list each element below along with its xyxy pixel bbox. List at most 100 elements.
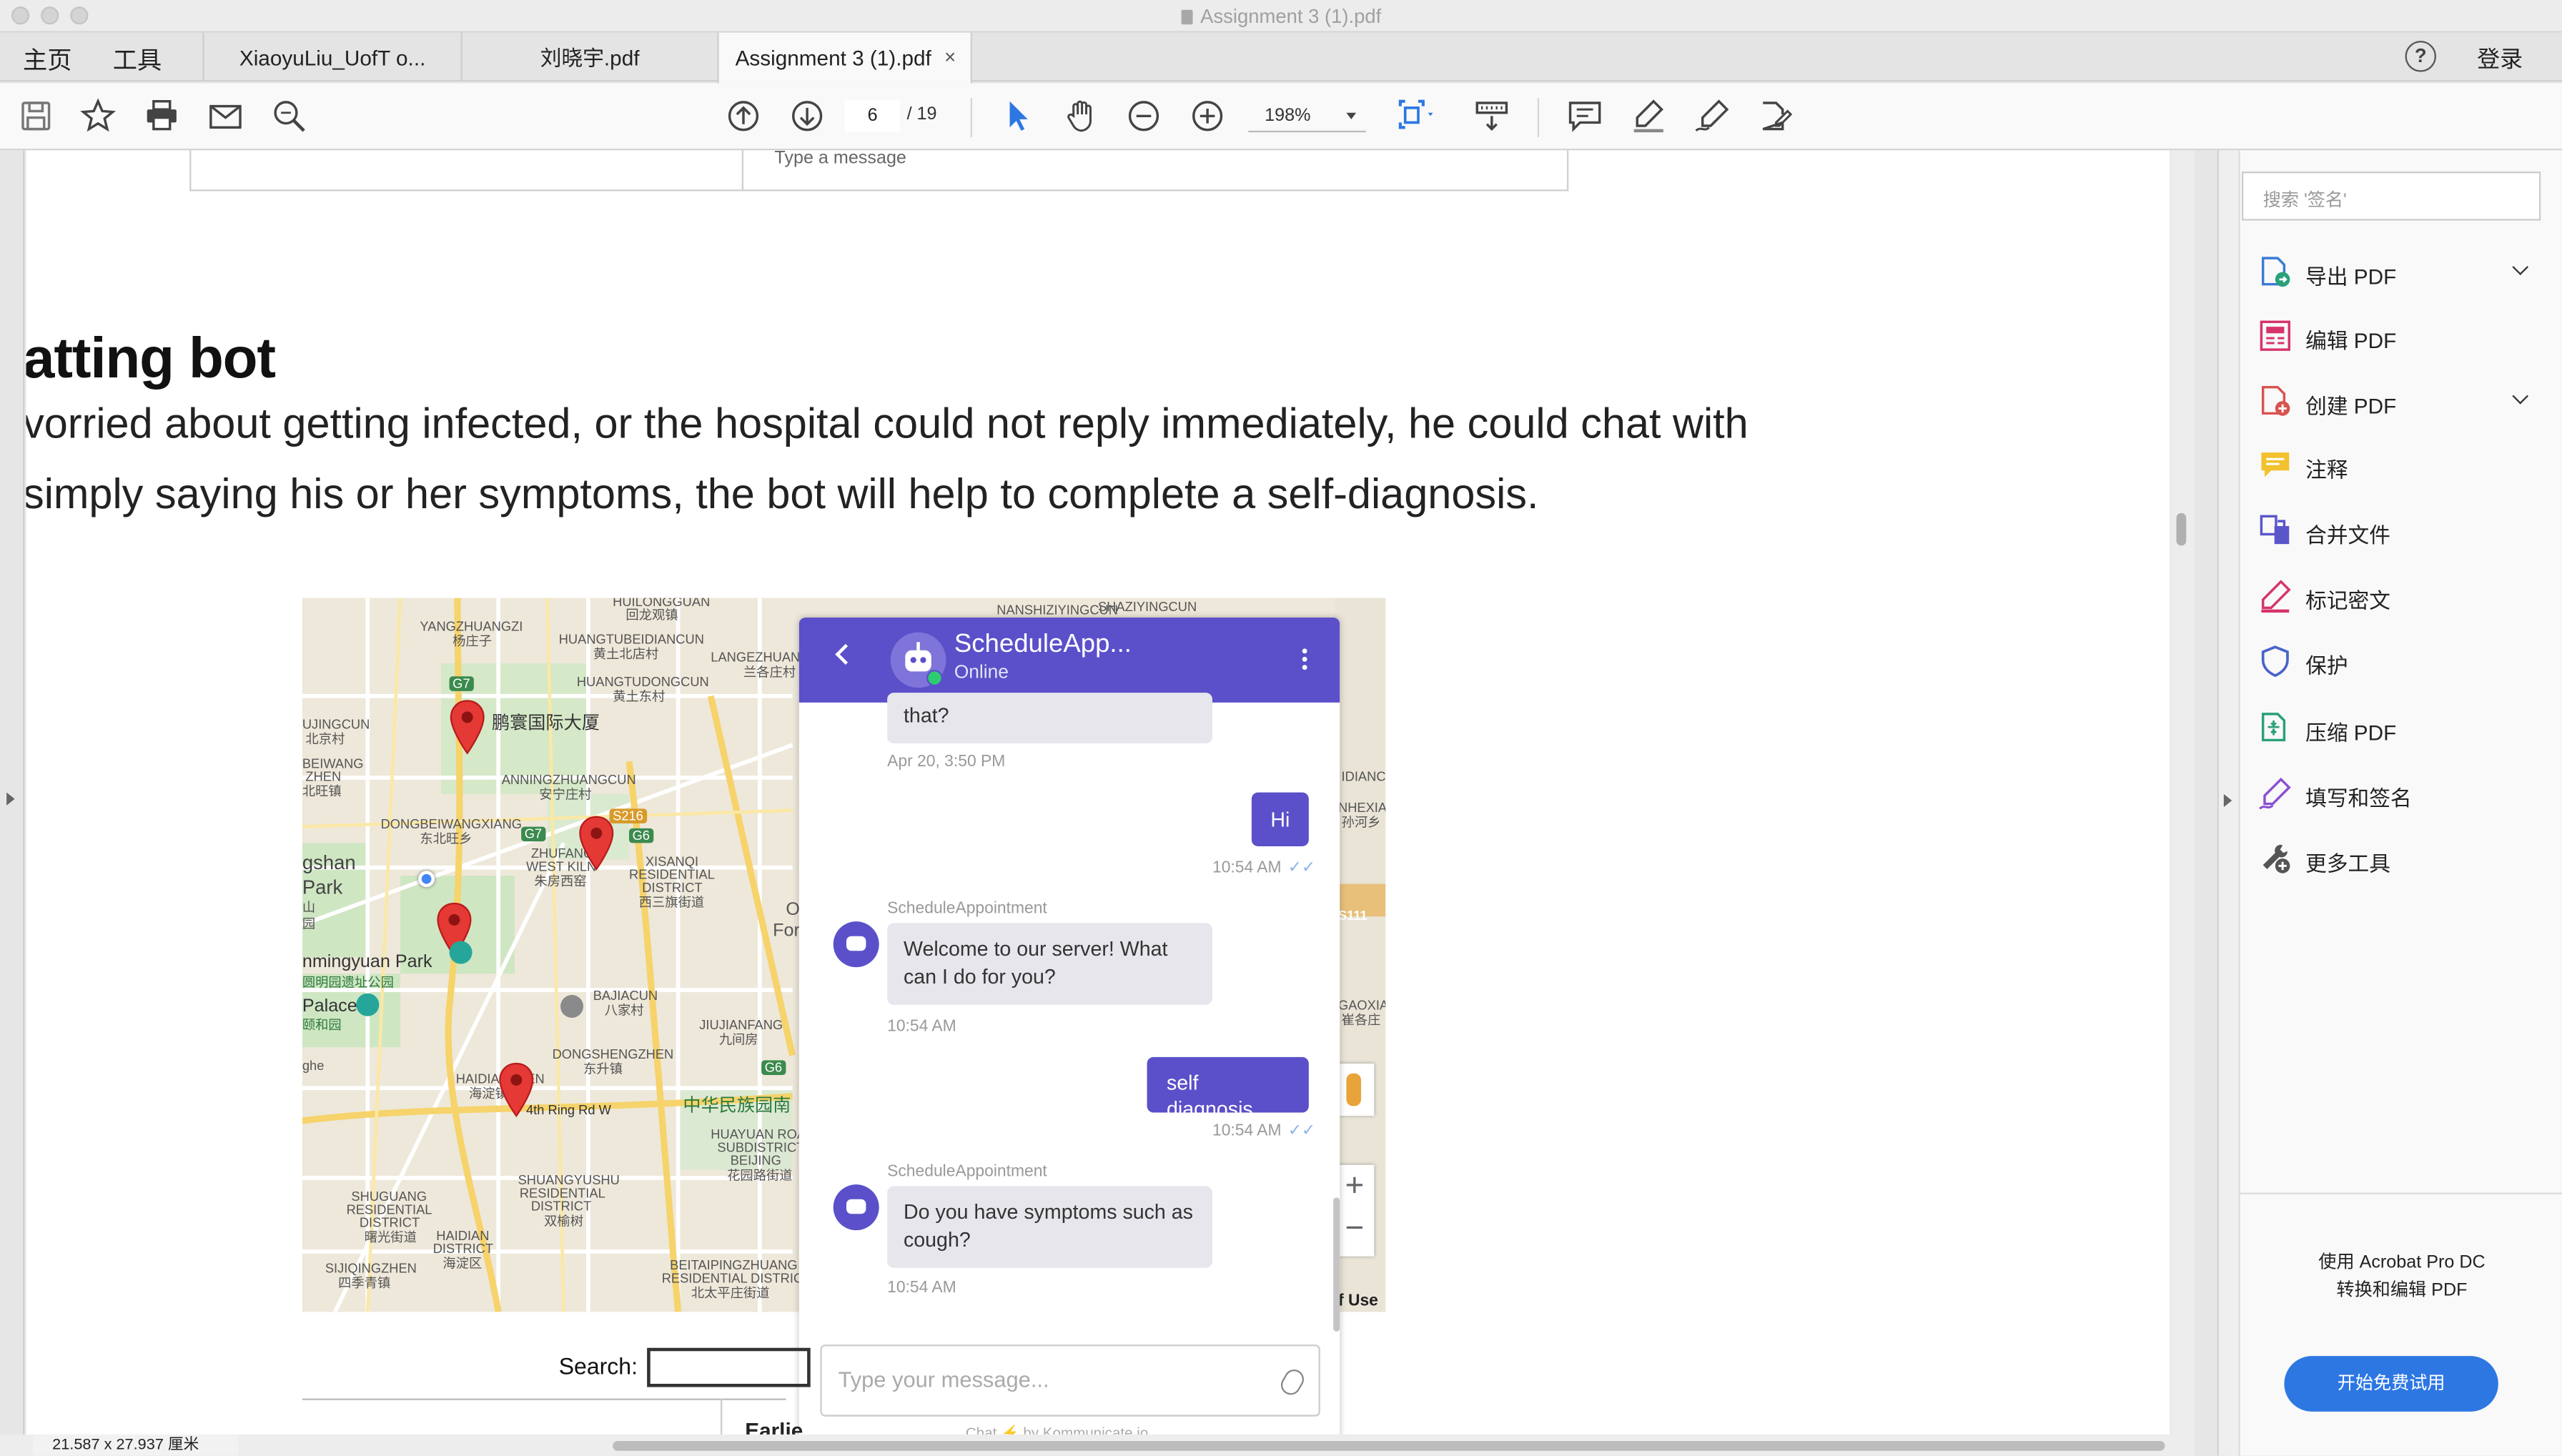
tool-compress-pdf[interactable]: 压缩 PDF (2258, 709, 2544, 748)
redact-icon (2261, 580, 2291, 613)
tool-more-tools[interactable]: 更多工具 (2258, 840, 2544, 879)
more-options-icon[interactable] (1302, 648, 1307, 671)
map-label: 山 (302, 900, 316, 915)
incoming-message: Welcome to our server! What can I do for… (887, 923, 1212, 1005)
map-marker-icon[interactable] (450, 699, 485, 755)
tool-label: 填写和签名 (2305, 786, 2412, 811)
scroll-mode-icon[interactable] (1472, 96, 1511, 136)
chat-widget: ScheduleApp... Online that? Apr 20, 3:50… (798, 617, 1340, 1441)
message-box-divider (741, 150, 743, 192)
sign-pen-icon[interactable] (1693, 96, 1732, 136)
page-dimensions: 21.587 x 27.937 厘米 (32, 1434, 239, 1456)
map-terms-link[interactable]: f Use (1338, 1292, 1378, 1310)
map-label: 孙河乡 (1341, 815, 1381, 831)
tool-export-pdf[interactable]: 导出 PDF (2258, 253, 2544, 292)
map-zoom-controls[interactable]: + − (1335, 1164, 1375, 1257)
attachment-icon[interactable] (1277, 1366, 1308, 1399)
edit-text-icon[interactable] (1755, 96, 1794, 136)
horizontal-scroll-thumb[interactable] (613, 1440, 2165, 1451)
print-icon[interactable] (142, 96, 182, 136)
tab-assignment3[interactable]: Assignment 3 (1).pdf × (717, 32, 972, 84)
map-label: For (773, 921, 800, 941)
right-panel-toggle[interactable] (2218, 150, 2240, 1456)
street-view-icon[interactable] (1335, 1063, 1375, 1116)
tool-label: 创建 PDF (2305, 393, 2397, 419)
menu-tools[interactable]: 工具 (113, 42, 162, 76)
tab-label: 刘晓宇.pdf (540, 45, 640, 71)
map-label: 回龙观镇 (625, 608, 678, 623)
tool-comment[interactable]: 注释 (2258, 446, 2544, 485)
chat-message-input[interactable]: Type your message... (820, 1344, 1320, 1417)
tools-search-input[interactable]: 搜索 '签名' (2241, 171, 2541, 221)
hand-tool-icon[interactable] (1062, 96, 1102, 136)
poi-icon (560, 994, 583, 1018)
zoom-search-icon[interactable] (269, 96, 309, 136)
tab-xiaoyuliu[interactable]: XiaoyuLiu_UofT o... (202, 32, 460, 82)
chevron-down-icon[interactable] (2512, 387, 2529, 405)
read-receipt-icon: ✓✓ (1287, 1122, 1316, 1141)
tool-label: 导出 PDF (2305, 264, 2397, 289)
help-icon[interactable]: ? (2405, 41, 2436, 72)
fill-sign-icon (2259, 777, 2291, 810)
compress-pdf-icon (2261, 713, 2286, 742)
search-box-image (647, 1347, 811, 1387)
email-icon[interactable] (206, 96, 245, 136)
read-receipt-icon: ✓✓ (1287, 859, 1316, 878)
select-cursor-icon[interactable] (999, 96, 1038, 136)
zoom-value: 198% (1265, 106, 1311, 126)
tool-create-pdf[interactable]: 创建 PDF (2258, 382, 2544, 422)
chevron-right-icon (6, 792, 15, 806)
zoom-level-select[interactable]: 198% (1248, 99, 1366, 133)
close-tab-icon[interactable]: × (944, 33, 956, 84)
left-panel-toggle[interactable] (0, 150, 25, 1456)
vertical-scrollbar[interactable] (2171, 150, 2195, 1456)
menu-home[interactable]: 主页 (23, 42, 72, 76)
comment-icon[interactable] (1566, 96, 1605, 136)
tool-fill-sign[interactable]: 填写和签名 (2258, 774, 2544, 813)
fit-page-icon[interactable] (1395, 96, 1435, 136)
tool-combine-files[interactable]: 合并文件 (2258, 511, 2544, 550)
login-button[interactable]: 登录 (2477, 42, 2523, 75)
vertical-scroll-thumb[interactable] (2176, 512, 2187, 546)
section-heading: atting bot (26, 327, 277, 391)
map-label: gshan (302, 851, 356, 874)
tab-label: Assignment 3 (1).pdf (735, 45, 931, 71)
horizontal-scrollbar[interactable] (0, 1434, 2172, 1456)
next-page-icon[interactable] (788, 96, 827, 136)
map-label: 杨庄子 (452, 633, 492, 649)
previous-page-icon[interactable] (724, 96, 763, 136)
start-free-trial-button[interactable]: 开始免费试用 (2284, 1356, 2498, 1412)
message-timestamp: 10:54 AM (887, 1279, 956, 1297)
chevron-down-icon[interactable] (2512, 259, 2529, 276)
page-total: / 19 (906, 104, 937, 124)
map-label: 园 (302, 916, 316, 931)
zoom-out-icon[interactable] (1124, 96, 1164, 136)
table-rule (302, 1398, 786, 1400)
tool-edit-pdf[interactable]: 编辑 PDF (2258, 317, 2544, 356)
map-label: 圆明园遗址公园 (302, 975, 394, 991)
tool-label: 更多工具 (2305, 851, 2391, 876)
timestamp-text: 10:54 AM (1212, 1122, 1282, 1141)
map-label: 九间房 (718, 1032, 758, 1048)
map-label: 双榆树 (544, 1214, 583, 1229)
map-marker-icon[interactable] (578, 816, 614, 871)
map-label: 东北旺乡 (420, 831, 473, 846)
page-number-input[interactable]: 6 (844, 99, 901, 133)
document-viewport[interactable]: Type a message atting bot vorried about … (0, 150, 2217, 1456)
tool-redact[interactable]: 标记密文 (2258, 577, 2544, 616)
pdf-page: Type a message atting bot vorried about … (26, 150, 2170, 1441)
back-arrow-icon[interactable] (835, 643, 856, 665)
tab-liuxiaoyu[interactable]: 刘晓宇.pdf (460, 32, 718, 82)
tool-label: 保护 (2305, 653, 2348, 678)
map-marker-icon[interactable] (498, 1062, 534, 1118)
map-label: 中华民族园南 (683, 1096, 791, 1116)
incoming-message: Do you have symptoms such as cough? (887, 1186, 1212, 1268)
bookmark-star-icon[interactable] (79, 96, 118, 136)
map-road-shield: G6 (761, 1060, 786, 1075)
save-icon[interactable] (16, 96, 56, 136)
zoom-in-icon[interactable] (1188, 96, 1227, 136)
message-timestamp: 10:54 AM ✓✓ (1212, 1122, 1315, 1140)
chat-scrollbar[interactable] (1333, 1197, 1340, 1332)
tool-protect[interactable]: 保护 (2258, 642, 2544, 681)
highlight-pen-icon[interactable] (1629, 96, 1668, 136)
